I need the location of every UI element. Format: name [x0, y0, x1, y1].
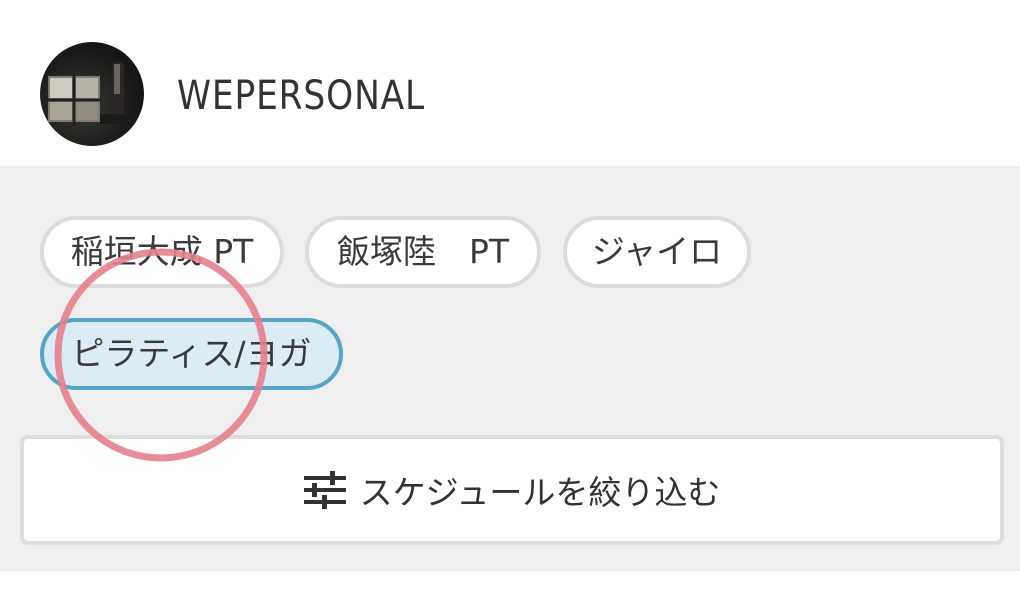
sliders-icon — [303, 471, 346, 509]
chip-iizuka-pt[interactable]: 飯塚陸 PT — [305, 216, 541, 288]
profile-photo-icon — [46, 62, 136, 126]
brand-name: WEPERSONAL — [177, 73, 426, 119]
avatar[interactable] — [40, 42, 144, 146]
header: WEPERSONAL — [0, 0, 1020, 166]
filter-panel: 稲垣大成 PT 飯塚陸 PT ジャイロ ピラティス/ヨガ スケジュールを絞り込む — [0, 166, 1020, 571]
schedule-list-top — [0, 571, 1020, 608]
page: WEPERSONAL 稲垣大成 PT 飯塚陸 PT ジャイロ ピラティス/ヨガ … — [0, 0, 1020, 608]
chip-pilates-yoga[interactable]: ピラティス/ヨガ — [40, 318, 343, 390]
filter-schedule-button[interactable]: スケジュールを絞り込む — [20, 435, 1004, 545]
chip-gyro[interactable]: ジャイロ — [563, 216, 751, 288]
filter-schedule-label: スケジュールを絞り込む — [359, 473, 721, 512]
chip-inagaki-pt[interactable]: 稲垣大成 PT — [40, 216, 284, 288]
